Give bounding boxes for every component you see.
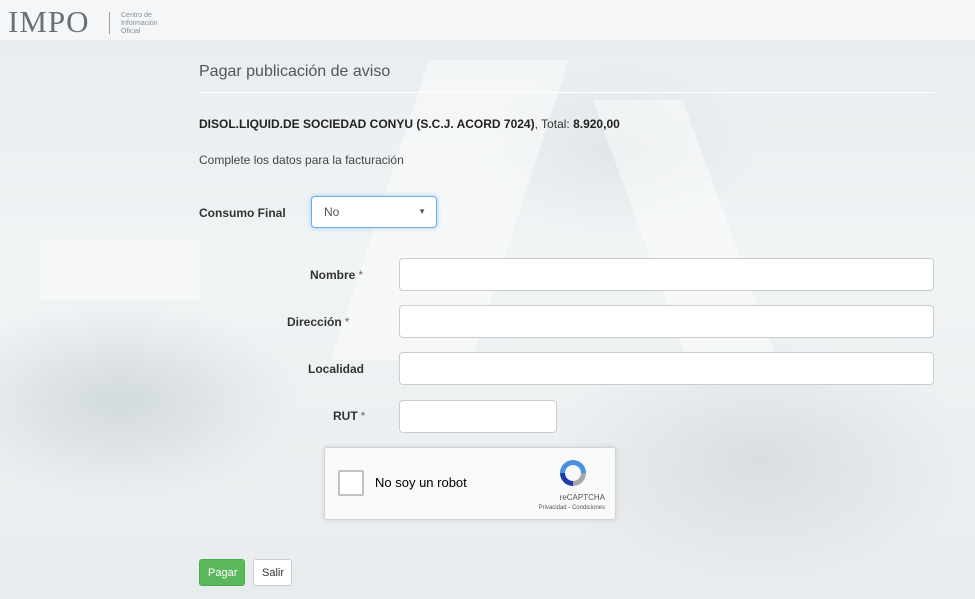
total-value: 8.920,00 <box>573 117 620 131</box>
logo-subtitle-line: Información <box>121 20 158 27</box>
localidad-label: Localidad <box>308 362 365 376</box>
background-shape <box>40 240 200 300</box>
required-marker: * <box>344 315 350 329</box>
top-header: IMPO Centro de Información Oficial <box>0 0 975 40</box>
order-summary: DISOL.LIQUID.DE SOCIEDAD CONYU (S.C.J. A… <box>199 117 620 131</box>
recaptcha-checkbox[interactable] <box>338 470 364 496</box>
recaptcha-links[interactable]: Privacidad - Condiciones <box>495 505 605 511</box>
recaptcha-widget: No soy un robot reCAPTCHA Privacidad - C… <box>324 447 616 520</box>
exit-button[interactable]: Salir <box>253 559 292 586</box>
logo-subtitle-line: Centro de <box>121 12 152 19</box>
consumo-final-select[interactable]: No ▼ <box>311 196 437 228</box>
form-instructions: Complete los datos para la facturación <box>199 153 404 167</box>
nombre-input[interactable] <box>399 258 934 291</box>
recaptcha-brand: reCAPTCHA <box>559 493 605 502</box>
logo-subtitle: Centro de Información Oficial <box>121 12 158 36</box>
impo-logo[interactable]: IMPO <box>8 6 90 38</box>
consumo-final-label: Consumo Final <box>199 206 286 220</box>
direccion-label-text: Dirección <box>287 315 342 329</box>
recaptcha-logo-icon <box>560 460 586 486</box>
consumo-final-value: No <box>324 205 340 219</box>
notice-name: DISOL.LIQUID.DE SOCIEDAD CONYU (S.C.J. A… <box>199 117 535 131</box>
logo-subtitle-line: Oficial <box>121 28 141 35</box>
pay-button[interactable]: Pagar <box>199 559 245 586</box>
direccion-input[interactable] <box>399 305 934 338</box>
dropdown-caret-icon: ▼ <box>418 207 426 216</box>
rut-input[interactable] <box>399 400 557 433</box>
nombre-label-text: Nombre <box>310 268 356 282</box>
page-title: Pagar publicación de aviso <box>199 63 391 80</box>
nombre-label: Nombre * <box>310 268 363 282</box>
title-divider <box>199 92 934 93</box>
required-marker: * <box>358 268 364 282</box>
rut-label: RUT * <box>333 409 365 423</box>
logo-divider <box>109 12 110 34</box>
required-marker: * <box>360 409 366 423</box>
rut-label-text: RUT <box>333 409 358 423</box>
total-label: , Total: <box>534 117 574 131</box>
direccion-label: Dirección * <box>287 315 349 329</box>
localidad-input[interactable] <box>399 352 934 385</box>
recaptcha-label: No soy un robot <box>375 475 467 490</box>
